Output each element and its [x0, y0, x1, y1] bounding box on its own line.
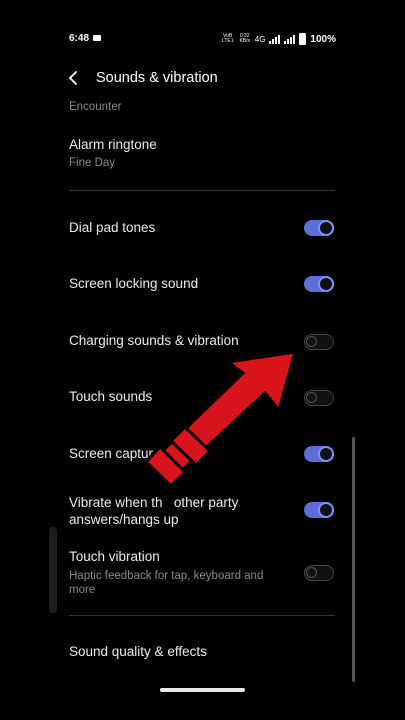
vibrate-answer-label: Vibrate when th other party [69, 495, 239, 510]
list-item-screen-capture[interactable]: Screen capture to [0, 438, 405, 470]
screen-locking-sound-toggle[interactable] [304, 276, 334, 292]
app-header: Sounds & vibration [0, 62, 405, 94]
charging-sounds-label: Charging sounds & vibration [69, 333, 239, 348]
divider [69, 615, 335, 616]
list-item-touch-vibration[interactable]: Touch vibration Haptic feedback for tap,… [0, 549, 405, 599]
battery-percent: 100% [310, 33, 336, 45]
toggle-knob [306, 392, 317, 403]
list-item-sound-quality[interactable]: Sound quality & effects [0, 636, 405, 668]
scrollbar[interactable] [352, 437, 355, 682]
list-item-dial-pad-tones[interactable]: Dial pad tones [0, 212, 405, 244]
screen-capture-toggle[interactable] [304, 446, 334, 462]
toggle-knob [306, 336, 317, 347]
sound-quality-label: Sound quality & effects [69, 644, 207, 659]
list-item-touch-sounds[interactable]: Touch sounds [0, 381, 405, 413]
network-type: 4G [254, 34, 266, 44]
volte-indicator: VoB LTE1 [221, 33, 234, 44]
home-gesture-bar[interactable] [160, 688, 245, 692]
touch-sounds-toggle[interactable] [304, 390, 334, 406]
toggle-knob [318, 446, 334, 462]
page-title: Sounds & vibration [96, 70, 218, 86]
screen-capture-label: Screen capture to [69, 446, 176, 461]
list-item-charging-sounds[interactable]: Charging sounds & vibration [0, 325, 405, 357]
dial-pad-tones-toggle[interactable] [304, 220, 334, 236]
alarm-ringtone-label: Alarm ringtone [69, 137, 157, 152]
touch-vibration-description: Haptic feedback for tap, keyboard and mo… [69, 570, 264, 596]
dial-pad-tones-label: Dial pad tones [69, 220, 156, 235]
vibrate-answer-label-2: answers/hangs up [69, 512, 179, 527]
ringtone-value: Encounter [69, 101, 122, 113]
toggle-knob [318, 220, 334, 236]
network-speed: 0.32 KB/s [239, 33, 251, 44]
divider [69, 190, 335, 191]
list-item-screen-locking-sound[interactable]: Screen locking sound [0, 268, 405, 300]
list-item-vibrate-answer[interactable]: Vibrate when th other party answers/hang… [0, 494, 405, 530]
status-time: 6:48 [69, 33, 90, 44]
battery-icon [299, 33, 307, 45]
list-item-alarm-ringtone[interactable]: Alarm ringtone Fine Day [0, 137, 405, 177]
signal-2-icon [284, 34, 296, 44]
vibrate-answer-toggle[interactable] [304, 502, 334, 518]
edge-handle[interactable] [49, 527, 57, 613]
chevron-left-icon[interactable] [66, 70, 82, 86]
status-icons: VoB LTE1 0.32 KB/s 4G 100% [221, 33, 336, 45]
charging-sounds-toggle[interactable] [304, 334, 334, 350]
touch-vibration-label: Touch vibration [69, 549, 160, 564]
toggle-knob [318, 276, 334, 292]
screen-locking-sound-label: Screen locking sound [69, 276, 199, 291]
cast-icon [93, 35, 101, 41]
alarm-ringtone-value: Fine Day [69, 157, 116, 169]
signal-icon [269, 34, 281, 44]
toggle-knob [306, 567, 317, 578]
list-item-ringtone[interactable]: Encounter [0, 100, 405, 120]
toggle-knob [318, 502, 334, 518]
touch-vibration-toggle[interactable] [304, 565, 334, 581]
touch-sounds-label: Touch sounds [69, 389, 153, 404]
status-bar [0, 0, 405, 30]
